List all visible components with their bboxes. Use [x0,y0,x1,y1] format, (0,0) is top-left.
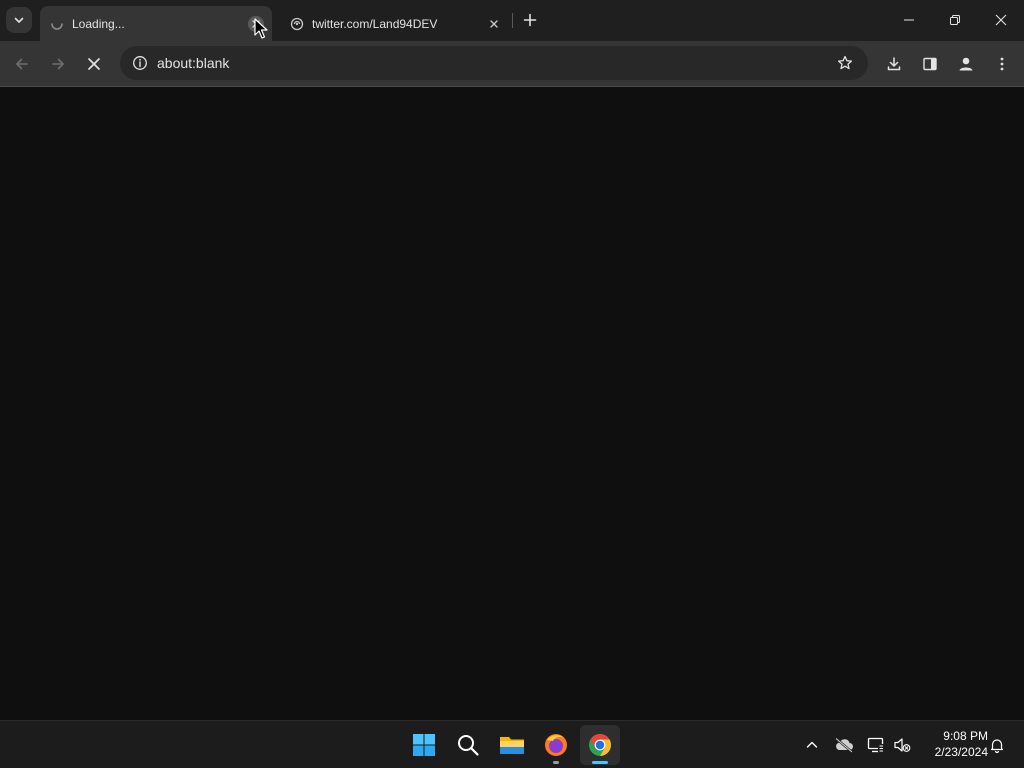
star-icon [837,55,853,70]
file-explorer-button[interactable] [492,725,532,765]
system-clock[interactable]: 9:08 PM 2/23/2024 [918,728,988,760]
side-panel-button[interactable] [916,50,944,78]
network-tray-button[interactable] [864,733,888,757]
downloads-button[interactable] [880,50,908,78]
chrome-icon [589,734,611,756]
chrome-button[interactable] [580,725,620,765]
info-icon [133,56,147,70]
taskbar: 9:08 PM 2/23/2024 [0,720,1024,768]
start-button[interactable] [404,725,444,765]
restore-button[interactable] [932,0,978,40]
tab-strip: Loading... twitter.com/Land94DEV [0,0,1024,41]
profile-icon [959,57,973,71]
site-info-button[interactable] [128,51,152,75]
tab-twitter[interactable]: twitter.com/Land94DEV [280,6,510,41]
tab-title: twitter.com/Land94DEV [312,16,438,31]
network-icon [867,737,884,753]
tab-loading[interactable]: Loading... [40,6,272,41]
page-content[interactable] [0,87,1024,720]
tab-title: Loading... [72,16,125,31]
close-icon [490,19,498,28]
browser-toolbar [0,41,1024,87]
tab-close-button[interactable] [486,16,502,32]
more-vertical-icon [1000,57,1004,71]
forward-button[interactable] [44,50,72,78]
running-indicator [553,761,559,764]
tab-search-button[interactable] [6,7,32,33]
plus-icon [523,13,537,27]
clock-date: 2/23/2024 [934,745,988,759]
firefox-icon [545,734,567,756]
mouse-cursor-icon [254,18,268,39]
chevron-up-icon [806,741,818,748]
globe-icon [289,16,305,32]
profile-button[interactable] [952,50,980,78]
arrow-left-icon [16,58,28,70]
folder-icon [500,737,524,754]
active-indicator [592,761,608,764]
onedrive-tray-button[interactable] [832,733,856,757]
bookmark-button[interactable] [834,52,856,74]
taskbar-search-button[interactable] [448,725,488,765]
address-bar[interactable] [120,46,868,80]
new-tab-button[interactable] [518,8,542,32]
volume-tray-button[interactable] [890,733,914,757]
clock-time: 9:08 PM [943,729,988,743]
show-hidden-icons-button[interactable] [800,733,824,757]
search-icon [458,735,479,756]
minimize-button[interactable] [886,0,932,40]
loading-spinner-icon [49,16,65,32]
chevron-down-icon [14,17,24,23]
notifications-button[interactable] [985,733,1009,757]
close-window-button[interactable] [978,0,1024,40]
tab-separator [512,13,513,28]
cloud-offline-icon [835,737,853,753]
speaker-muted-icon [894,738,911,752]
close-icon [88,58,100,70]
bell-icon [990,739,1004,753]
back-button[interactable] [8,50,36,78]
arrow-right-icon [52,58,64,70]
restore-icon [950,15,960,25]
minimize-icon [904,19,914,21]
firefox-button[interactable] [536,725,576,765]
side-panel-icon [923,57,937,71]
windows-icon [413,734,435,756]
address-input[interactable] [157,55,757,71]
menu-button[interactable] [988,50,1016,78]
close-icon [995,14,1007,26]
stop-loading-button[interactable] [80,50,108,78]
download-icon [887,57,901,71]
